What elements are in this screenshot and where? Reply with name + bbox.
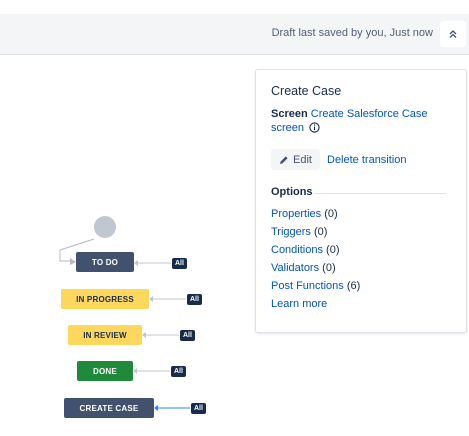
option-properties: Properties (0) bbox=[271, 208, 338, 220]
conditions-link[interactable]: Conditions bbox=[271, 244, 323, 256]
start-node[interactable] bbox=[94, 216, 116, 238]
info-icon[interactable] bbox=[309, 122, 320, 133]
pencil-icon bbox=[280, 155, 288, 164]
status-in-progress[interactable]: IN PROGRESS bbox=[61, 289, 149, 309]
all-transition-badge-to-do[interactable]: All bbox=[172, 258, 187, 269]
conditions-count: (0) bbox=[326, 244, 340, 256]
status-create-case[interactable]: CREATE CASE bbox=[64, 398, 154, 418]
all-transition-badge-done[interactable]: All bbox=[171, 366, 186, 377]
screen-label: Screen bbox=[271, 108, 308, 120]
delete-transition-link[interactable]: Delete transition bbox=[327, 154, 407, 166]
status-done[interactable]: DONE bbox=[77, 361, 133, 381]
options-heading: Options bbox=[271, 186, 313, 198]
edit-button-label: Edit bbox=[293, 153, 312, 166]
validators-link[interactable]: Validators bbox=[271, 262, 319, 274]
learn-more-row: Learn more bbox=[271, 298, 327, 310]
all-transition-badge-in-review[interactable]: All bbox=[180, 330, 195, 341]
post-functions-link[interactable]: Post Functions bbox=[271, 280, 344, 292]
option-post-functions: Post Functions (6) bbox=[271, 280, 360, 292]
screen-row: Screen Create Salesforce Case screen bbox=[271, 107, 456, 135]
option-triggers: Triggers (0) bbox=[271, 226, 327, 238]
all-transition-badge-create-case[interactable]: All bbox=[191, 403, 206, 414]
transition-details-panel: Create Case Screen Create Salesforce Cas… bbox=[255, 69, 467, 333]
option-conditions: Conditions (0) bbox=[271, 244, 340, 256]
edit-button[interactable]: Edit bbox=[271, 149, 320, 170]
triggers-link[interactable]: Triggers bbox=[271, 226, 311, 238]
properties-count: (0) bbox=[324, 208, 338, 220]
status-in-review[interactable]: IN REVIEW bbox=[68, 325, 142, 345]
status-to-do[interactable]: TO DO bbox=[76, 252, 134, 272]
panel-title: Create Case bbox=[271, 84, 342, 98]
properties-link[interactable]: Properties bbox=[271, 208, 321, 220]
triggers-count: (0) bbox=[314, 226, 328, 238]
options-divider bbox=[314, 193, 446, 194]
learn-more-link[interactable]: Learn more bbox=[271, 298, 327, 310]
all-transition-badge-in-progress[interactable]: All bbox=[187, 294, 202, 305]
validators-count: (0) bbox=[322, 262, 336, 274]
option-validators: Validators (0) bbox=[271, 262, 336, 274]
post-functions-count: (6) bbox=[346, 280, 361, 292]
